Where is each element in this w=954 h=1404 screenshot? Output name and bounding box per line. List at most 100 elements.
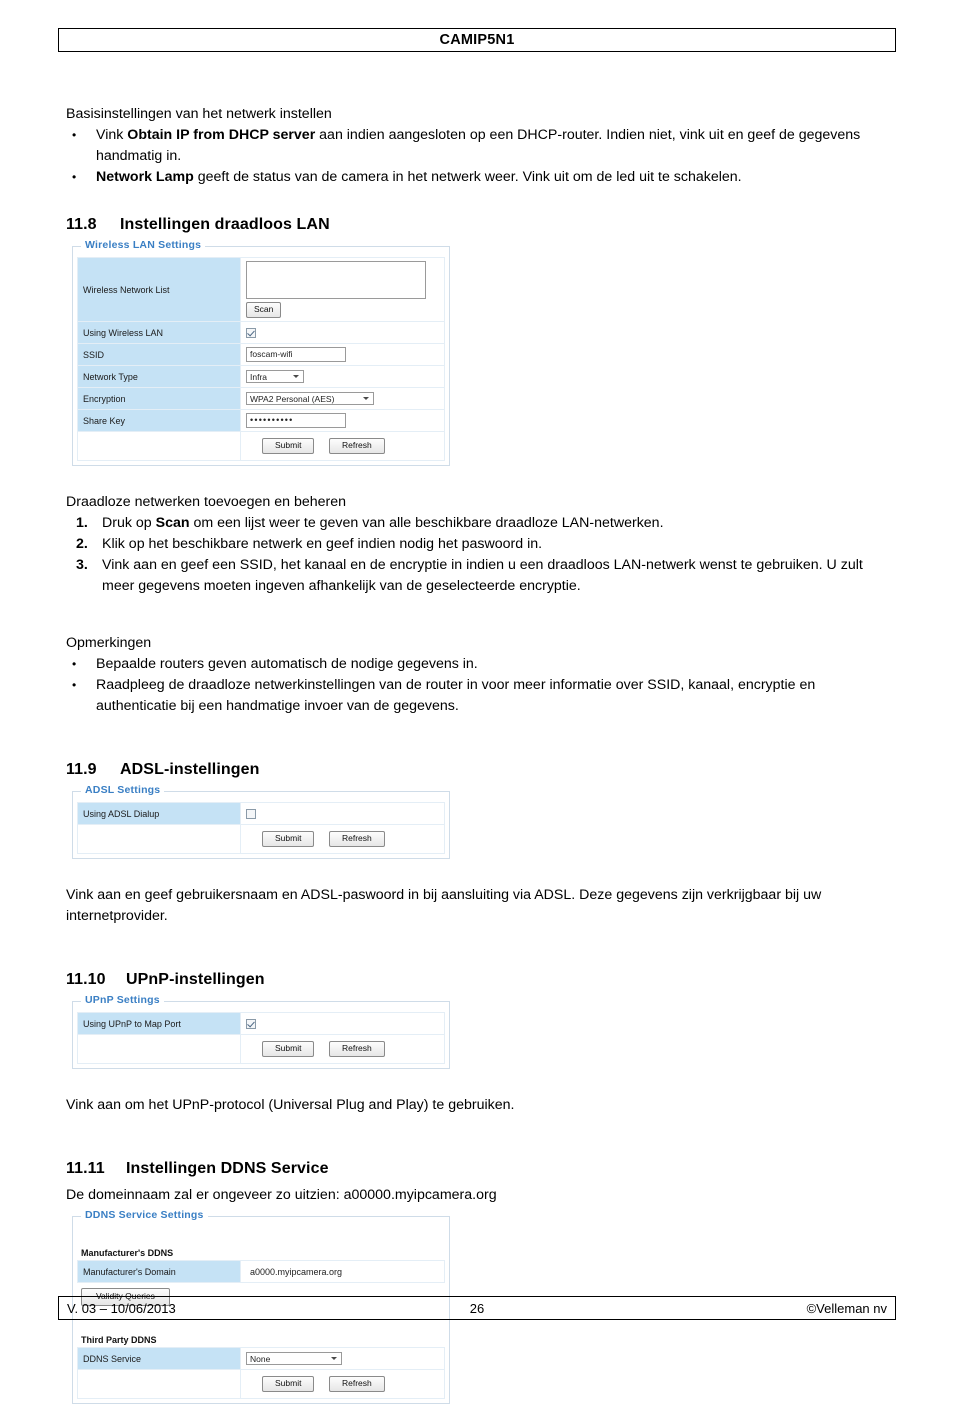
list-item: Vink aan en geef een SSID, het kanaal en… (66, 555, 894, 597)
scan-button[interactable]: Scan (246, 302, 282, 318)
network-type-select[interactable]: Infra (246, 370, 304, 383)
ddns-service-value: None (250, 1354, 271, 1364)
footer-copyright: ©Velleman nv (806, 1300, 887, 1316)
wireless-lan-settings-panel: Wireless LAN Settings Wireless Network L… (72, 239, 450, 466)
table-row: Using UPnP to Map Port (77, 1012, 445, 1035)
submit-button[interactable]: Submit (262, 438, 315, 454)
refresh-button[interactable]: Refresh (328, 1041, 385, 1057)
manufacturer-ddns-group-title: Manufacturer's DDNS (81, 1248, 174, 1258)
footer-version: V. 03 – 10/06/2013 (67, 1300, 176, 1316)
empty-cell (77, 1369, 241, 1399)
chevron-down-icon (363, 397, 369, 400)
using-upnp-checkbox[interactable] (246, 1018, 256, 1029)
footer-page-number: 26 (469, 1300, 485, 1316)
network-type-value: Infra (250, 372, 268, 382)
table-row: Wireless Network List Scan (77, 257, 445, 322)
page-footer: V. 03 – 10/06/2013 26 ©Velleman nv (58, 1296, 896, 1320)
label-encryption: Encryption (77, 387, 241, 410)
encryption-cell: WPA2 Personal (AES) (240, 387, 445, 410)
chevron-down-icon (331, 1357, 337, 1360)
panel-top-gap (77, 1227, 445, 1245)
label-wireless-network-list: Wireless Network List (77, 257, 241, 322)
label-using-upnp-to-map-port: Using UPnP to Map Port (77, 1012, 241, 1035)
using-adsl-dialup-checkbox[interactable] (246, 808, 256, 819)
ddns-button-row: Submit Refresh (240, 1369, 445, 1399)
submit-button[interactable]: Submit (262, 831, 315, 847)
panel-legend: UPnP Settings (81, 994, 164, 1006)
list-item: Bepaalde routers geven automatisch de no… (66, 654, 894, 675)
document-content: Basisinstellingen van het netwerk instel… (66, 104, 894, 1404)
third-party-ddns-group-title: Third Party DDNS (81, 1335, 157, 1345)
wireless-settings-table: Wireless Network List Scan Using Wireles… (77, 257, 445, 461)
header-title: CAMIP5N1 (439, 32, 515, 48)
table-row: Submit Refresh (77, 1369, 445, 1399)
share-key-input[interactable]: •••••••••• (246, 413, 346, 428)
section-title: UPnP-instellingen (126, 971, 265, 988)
section-heading-11-10: 11.10 UPnP-instellingen (66, 969, 894, 991)
table-row: Using ADSL Dialup (77, 802, 445, 825)
manufacturer-ddns-table: Manufacturer's Domain a0000.myipcamera.o… (77, 1260, 445, 1283)
upnp-button-row: Submit Refresh (240, 1034, 445, 1064)
panel-legend: Wireless LAN Settings (81, 239, 206, 251)
using-wireless-lan-checkbox[interactable] (246, 327, 256, 338)
wlan-after-lead: Draadloze netwerken toevoegen en beheren (66, 494, 347, 510)
submit-button[interactable]: Submit (262, 1376, 315, 1392)
wlan-steps-list: Druk op Scan om een lijst weer te geven … (66, 513, 894, 597)
list-item: Network Lamp geeft de status van de came… (66, 167, 894, 188)
table-row: Submit Refresh (77, 431, 445, 461)
network-type-cell: Infra (240, 365, 445, 388)
upnp-settings-table: Using UPnP to Map Port Submit Refresh (77, 1012, 445, 1064)
table-row: Network Type Infra (77, 365, 445, 388)
bullet-text-bold: Obtain IP from DHCP server (127, 127, 316, 143)
section-heading-11-11: 11.11 Instellingen DDNS Service (66, 1158, 894, 1180)
refresh-button[interactable]: Refresh (328, 831, 385, 847)
third-party-ddns-table: DDNS Service None Submit Refresh (77, 1347, 445, 1399)
panel-legend: ADSL Settings (81, 784, 165, 796)
table-row: SSID foscam-wifi (77, 343, 445, 366)
notes-bullet-list: Bepaalde routers geven automatisch de no… (66, 654, 894, 717)
submit-button[interactable]: Submit (262, 1041, 315, 1057)
table-row: Submit Refresh (77, 1034, 445, 1064)
step-text-prefix: Klik op het beschikbare netwerk en geef … (102, 536, 543, 552)
section-number: 11.9 (66, 761, 97, 778)
encryption-select[interactable]: WPA2 Personal (AES) (246, 392, 374, 405)
section-heading-11-9: 11.9 ADSL-instellingen (66, 759, 894, 781)
notes-lead: Opmerkingen (66, 635, 152, 651)
section-title: Instellingen DDNS Service (126, 1160, 329, 1177)
label-ssid: SSID (77, 343, 241, 366)
section-title: ADSL-instellingen (120, 761, 260, 778)
document-page: CAMIP5N1 Basisinstellingen van het netwe… (0, 0, 954, 1404)
ssid-cell: foscam-wifi (240, 343, 445, 366)
list-item: Vink Obtain IP from DHCP server aan indi… (66, 125, 894, 167)
using-adsl-dialup-cell (240, 802, 445, 825)
table-row: Submit Refresh (77, 824, 445, 854)
wireless-network-listbox[interactable] (246, 261, 426, 299)
intro-lead: Basisinstellingen van het netwerk instel… (66, 106, 332, 122)
adsl-settings-panel: ADSL Settings Using ADSL Dialup Submit R… (72, 784, 450, 859)
ddns-service-select[interactable]: None (246, 1352, 342, 1365)
adsl-body-text: Vink aan en geef gebruikersnaam en ADSL-… (66, 887, 822, 924)
label-using-wireless-lan: Using Wireless LAN (77, 321, 241, 344)
section-number: 11.10 (66, 971, 106, 988)
refresh-button[interactable]: Refresh (328, 438, 385, 454)
empty-cell (77, 1034, 241, 1064)
label-using-adsl-dialup: Using ADSL Dialup (77, 802, 241, 825)
bullet-text-prefix: Vink (96, 127, 128, 143)
table-row: Encryption WPA2 Personal (AES) (77, 387, 445, 410)
upnp-settings-panel: UPnP Settings Using UPnP to Map Port Sub… (72, 994, 450, 1069)
ddns-body-text: De domeinnaam zal er ongeveer zo uitzien… (66, 1187, 497, 1203)
ssid-input[interactable]: foscam-wifi (246, 347, 346, 362)
table-row: Using Wireless LAN (77, 321, 445, 344)
step-text-bold: Scan (155, 515, 190, 531)
empty-cell (77, 431, 241, 461)
refresh-button[interactable]: Refresh (328, 1376, 385, 1392)
section-number: 11.8 (66, 216, 97, 233)
section-title: Instellingen draadloos LAN (120, 216, 330, 233)
using-upnp-cell (240, 1012, 445, 1035)
label-ddns-service: DDNS Service (77, 1347, 241, 1370)
share-key-cell: •••••••••• (240, 409, 445, 432)
encryption-value: WPA2 Personal (AES) (250, 394, 335, 404)
page-header: CAMIP5N1 (58, 28, 896, 52)
chevron-down-icon (293, 375, 299, 378)
step-text-prefix: Druk op (102, 515, 156, 531)
